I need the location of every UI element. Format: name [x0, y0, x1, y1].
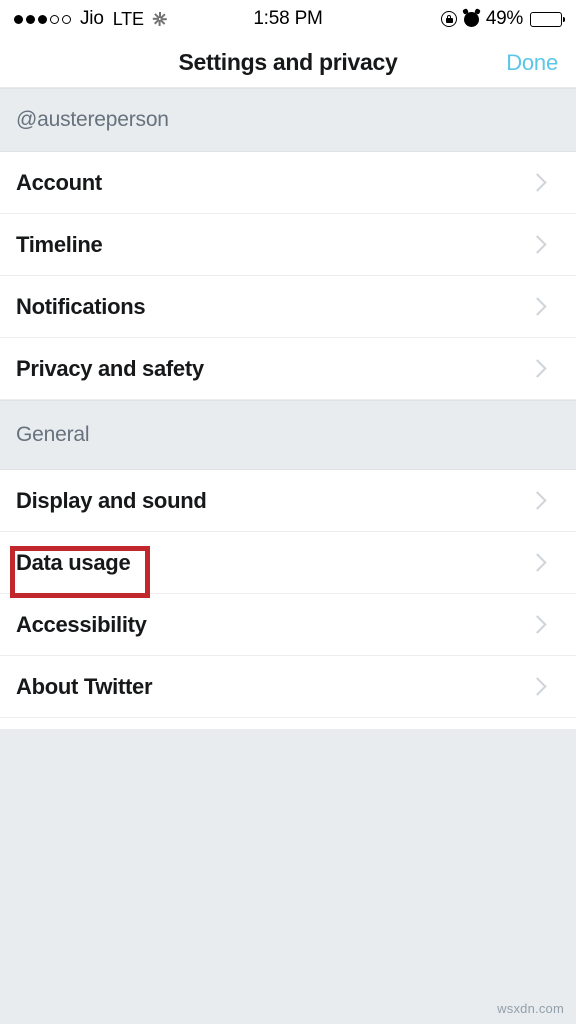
section-header-label: @austereperson — [16, 108, 169, 131]
watermark: wsxdn.com — [497, 1001, 564, 1016]
settings-row[interactable]: About Twitter — [0, 656, 576, 718]
settings-row-label: Display and sound — [16, 487, 207, 513]
navigation-bar: Settings and privacy Done — [0, 38, 576, 88]
alarm-clock-icon — [463, 11, 479, 27]
status-bar-left: Jio LTE — [14, 8, 168, 30]
signal-dot-filled — [14, 14, 23, 24]
settings-row[interactable]: Notifications — [0, 276, 576, 338]
signal-dot-filled — [38, 14, 47, 24]
chevron-right-icon — [528, 615, 547, 634]
signal-strength-icon — [14, 14, 71, 24]
chevron-right-icon — [528, 235, 547, 254]
chevron-right-icon — [528, 359, 547, 378]
settings-row[interactable]: Account — [0, 152, 576, 214]
settings-row[interactable]: Timeline — [0, 214, 576, 276]
section-header: @austereperson — [0, 88, 576, 152]
battery-percent-label: 49% — [485, 8, 523, 29]
page-title: Settings and privacy — [178, 49, 398, 75]
settings-list: @austereperson Account Timeline Notificatio… — [0, 88, 576, 718]
settings-row-label: Data usage — [16, 549, 131, 575]
settings-row-label: Timeline — [16, 231, 103, 257]
chevron-right-icon — [528, 491, 547, 510]
footer-area: wsxdn.com — [0, 729, 576, 1024]
network-type-label: LTE — [112, 8, 144, 29]
rotation-lock-icon — [440, 11, 457, 27]
chevron-right-icon — [528, 553, 547, 572]
settings-row-label: Account — [16, 169, 102, 195]
signal-dot-filled — [26, 14, 35, 24]
chevron-right-icon — [528, 173, 547, 192]
settings-row-label: About Twitter — [16, 673, 153, 699]
settings-row[interactable]: Data usage — [0, 532, 576, 594]
settings-row-label: Accessibility — [16, 611, 147, 637]
settings-row[interactable]: Display and sound — [0, 470, 576, 532]
status-bar: Jio LTE 1:58 PM 49% — [0, 0, 576, 38]
signal-dot-empty — [50, 14, 59, 24]
chevron-right-icon — [528, 677, 547, 696]
settings-row[interactable]: Privacy and safety — [0, 338, 576, 400]
section-header-label: General — [16, 423, 90, 446]
settings-row[interactable]: Accessibility — [0, 594, 576, 656]
section-header: General — [0, 400, 576, 470]
carrier-name: Jio — [80, 8, 104, 29]
done-button[interactable]: Done — [506, 50, 558, 76]
chevron-right-icon — [528, 297, 547, 316]
settings-row-label: Notifications — [16, 293, 146, 319]
status-bar-right: 49% — [440, 8, 565, 30]
settings-row-label: Privacy and safety — [16, 355, 204, 381]
battery-icon — [530, 11, 565, 27]
spinner-icon — [153, 12, 168, 27]
signal-dot-empty — [62, 14, 71, 24]
